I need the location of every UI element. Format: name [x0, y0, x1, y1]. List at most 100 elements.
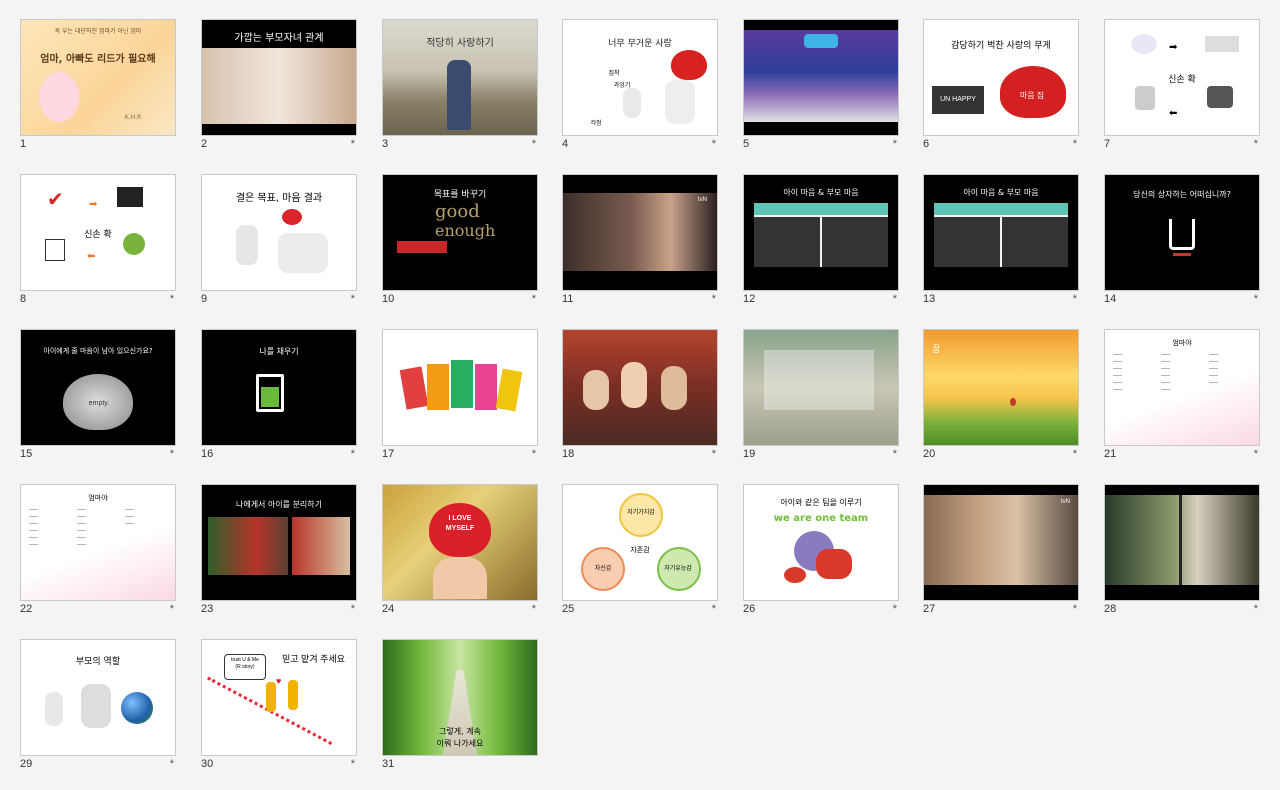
- slide-12[interactable]: 아이 마음 & 부모 마음 12 *: [743, 174, 899, 314]
- slide-27[interactable]: tvN 27 *: [923, 484, 1079, 624]
- slide-1-thumbnail[interactable]: 꼭 우는 대단하진 엄마가 아닌 엄마 엄마, 아빠도 리드가 필요해 K.H.…: [20, 19, 176, 136]
- photo-mother-daughter: [202, 48, 356, 124]
- transition-star-icon: *: [1072, 448, 1077, 460]
- slide-number: 8: [20, 293, 27, 305]
- slide-16-thumbnail[interactable]: 나를 채우기: [201, 329, 357, 446]
- slide-28-thumbnail[interactable]: [1104, 484, 1260, 601]
- slide-11[interactable]: tvN 11 *: [562, 174, 718, 314]
- transition-star-icon: *: [350, 293, 355, 305]
- slide-9[interactable]: 결은 목표, 마음 결과 9 *: [201, 174, 357, 314]
- slide-12-title: 아이 마음 & 부모 마음: [783, 188, 859, 197]
- slide-10[interactable]: 목표를 바꾸기 good enough 10 *: [382, 174, 538, 314]
- slide-25-thumbnail[interactable]: 자기가치감 자존감 자신감 자기유능감: [562, 484, 718, 601]
- character-illustration: [39, 72, 79, 122]
- slide-24[interactable]: I LOVE MYSELF 24 *: [382, 484, 538, 624]
- slide-20-title: 꿈: [932, 344, 941, 354]
- slide-number: 10: [382, 293, 395, 305]
- slide-19-thumbnail[interactable]: [743, 329, 899, 446]
- slide-23-thumbnail[interactable]: 나에게서 아이를 분리하기: [201, 484, 357, 601]
- transition-star-icon: *: [1253, 448, 1258, 460]
- empty-label: empty.: [88, 400, 110, 407]
- slide-13[interactable]: 아이 마음 & 부모 마음 13 *: [923, 174, 1079, 314]
- slide-5-thumbnail[interactable]: [743, 19, 899, 136]
- slide-17[interactable]: 17 *: [382, 329, 538, 469]
- costume-photo-1: [208, 517, 288, 575]
- slide-27-thumbnail[interactable]: tvN: [923, 484, 1079, 601]
- closing-line-2: 이뤄 나가세요: [436, 739, 484, 748]
- slide-12-thumbnail[interactable]: 아이 마음 & 부모 마음: [743, 174, 899, 291]
- slide-24-thumbnail[interactable]: I LOVE MYSELF: [382, 484, 538, 601]
- slide-number: 4: [562, 138, 569, 150]
- slide-4-thumbnail[interactable]: 너무 무거운 사랑 집착 과잉기 걱정: [562, 19, 718, 136]
- slide-sorter: 꼭 우는 대단하진 엄마가 아닌 엄마 엄마, 아빠도 리드가 필요해 K.H.…: [0, 0, 1280, 790]
- transition-star-icon: *: [711, 603, 716, 615]
- slide-10-thumbnail[interactable]: 목표를 바꾸기 good enough: [382, 174, 538, 291]
- slide-8[interactable]: ✔ ➡ ⬅ 신손 확 8 *: [20, 174, 176, 314]
- photo-children: [447, 60, 471, 130]
- slide-29[interactable]: 부모의 역할 29 *: [20, 639, 176, 779]
- slide-30-thumbnail[interactable]: 믿고 맡겨 주세요 trust U & Me (R story) ♥: [201, 639, 357, 756]
- slide-4[interactable]: 너무 무거운 사랑 집착 과잉기 걱정 4 *: [562, 19, 718, 159]
- slide-31-thumbnail[interactable]: 그렇게, 계속 이뤄 나가세요: [382, 639, 538, 756]
- slide-13-thumbnail[interactable]: 아이 마음 & 부모 마음: [923, 174, 1079, 291]
- slide-number: 14: [1104, 293, 1117, 305]
- slide-3-title: 적당히 사랑하기: [426, 38, 494, 49]
- label-competence: 자기유능감: [664, 566, 692, 572]
- transition-star-icon: *: [169, 603, 174, 615]
- label-self-esteem: 자존감: [630, 547, 650, 554]
- slide-16[interactable]: 나를 채우기 16 *: [201, 329, 357, 469]
- slide-3-thumbnail[interactable]: 적당히 사랑하기: [382, 19, 538, 136]
- slide-6-thumbnail[interactable]: 감당하기 벅찬 사랑의 무게 UN HAPPY 마음 짐: [923, 19, 1079, 136]
- slide-21-thumbnail[interactable]: 엄마야 ─── ─── ─── ─── ─── ─── ─── ─── ─── ─── ─── ──…: [1104, 329, 1260, 446]
- slide-7[interactable]: ➡ ⬅ 신손 확 7 *: [1104, 19, 1260, 159]
- slide-18-thumbnail[interactable]: [562, 329, 718, 446]
- slide-4-title: 너무 무거운 사랑: [608, 39, 672, 49]
- friends-photo: [583, 370, 609, 410]
- label-geokjeong: 걱정: [590, 120, 602, 127]
- transition-star-icon: *: [350, 603, 355, 615]
- slide-26-thumbnail[interactable]: 아이와 같은 팀을 이루기 we are one team: [743, 484, 899, 601]
- slide-number: 25: [562, 603, 575, 615]
- balloon-icon: [1010, 398, 1016, 406]
- slide-15[interactable]: 아이에게 줄 마음이 남아 있으신가요? empty. 15 *: [20, 329, 176, 469]
- slide-number: 22: [20, 603, 33, 615]
- slide-number: 6: [923, 138, 930, 150]
- transition-star-icon: *: [169, 448, 174, 460]
- slide-number: 2: [201, 138, 208, 150]
- transition-star-icon: *: [892, 138, 897, 150]
- slide-20[interactable]: 꿈 20 *: [923, 329, 1079, 469]
- transition-star-icon: *: [350, 138, 355, 150]
- slide-23[interactable]: 나에게서 아이를 분리하기 23 *: [201, 484, 357, 624]
- slide-21[interactable]: 엄마야 ─── ─── ─── ─── ─── ─── ─── ─── ─── ─── ─── ──…: [1104, 329, 1260, 469]
- slide-9-title: 결은 목표, 마음 결과: [235, 193, 323, 204]
- slide-17-thumbnail[interactable]: [382, 329, 538, 446]
- slide-5[interactable]: 5 *: [743, 19, 899, 159]
- slide-22[interactable]: 엄마야 ─── ─── ─── ─── ─── ─── ─── ─── ─── ─── ─── ──…: [20, 484, 176, 624]
- slide-14-thumbnail[interactable]: 당신의 상자하는 어떠십니까?: [1104, 174, 1260, 291]
- slide-20-thumbnail[interactable]: 꿈: [923, 329, 1079, 446]
- slide-15-thumbnail[interactable]: 아이에게 줄 마음이 남아 있으신가요? empty.: [20, 329, 176, 446]
- slide-8-thumbnail[interactable]: ✔ ➡ ⬅ 신손 확: [20, 174, 176, 291]
- slide-7-thumbnail[interactable]: ➡ ⬅ 신손 확: [1104, 19, 1260, 136]
- slide-26[interactable]: 아이와 같은 팀을 이루기 we are one team 26 *: [743, 484, 899, 624]
- slide-2-thumbnail[interactable]: 가깝는 부모자녀 관계: [201, 19, 357, 136]
- slide-3[interactable]: 적당히 사랑하기 3 *: [382, 19, 538, 159]
- cycle-center-label: 신손 확: [84, 230, 112, 240]
- slide-11-thumbnail[interactable]: tvN: [562, 174, 718, 291]
- slide-14[interactable]: 당신의 상자하는 어떠십니까? 14 *: [1104, 174, 1260, 314]
- slide-6[interactable]: 감당하기 벅찬 사랑의 무게 UN HAPPY 마음 짐 6 *: [923, 19, 1079, 159]
- slide-1[interactable]: 꼭 우는 대단하진 엄마가 아닌 엄마 엄마, 아빠도 리드가 필요해 K.H.…: [20, 19, 176, 159]
- slide-22-thumbnail[interactable]: 엄마야 ─── ─── ─── ─── ─── ─── ─── ─── ─── ─── ─── ──…: [20, 484, 176, 601]
- slide-2[interactable]: 가깝는 부모자녀 관계 2 *: [201, 19, 357, 159]
- slide-29-thumbnail[interactable]: 부모의 역할: [20, 639, 176, 756]
- slide-28[interactable]: 28 *: [1104, 484, 1260, 624]
- slide-number: 15: [20, 448, 33, 460]
- slide-9-thumbnail[interactable]: 결은 목표, 마음 결과: [201, 174, 357, 291]
- transition-star-icon: *: [1253, 138, 1258, 150]
- slide-19[interactable]: 19 *: [743, 329, 899, 469]
- slide-30[interactable]: 믿고 맡겨 주세요 trust U & Me (R story) ♥ 30 *: [201, 639, 357, 779]
- transition-star-icon: *: [1072, 603, 1077, 615]
- slide-25[interactable]: 자기가치감 자존감 자신감 자기유능감 25 *: [562, 484, 718, 624]
- slide-18[interactable]: 18 *: [562, 329, 718, 469]
- slide-31[interactable]: 그렇게, 계속 이뤄 나가세요 31: [382, 639, 538, 779]
